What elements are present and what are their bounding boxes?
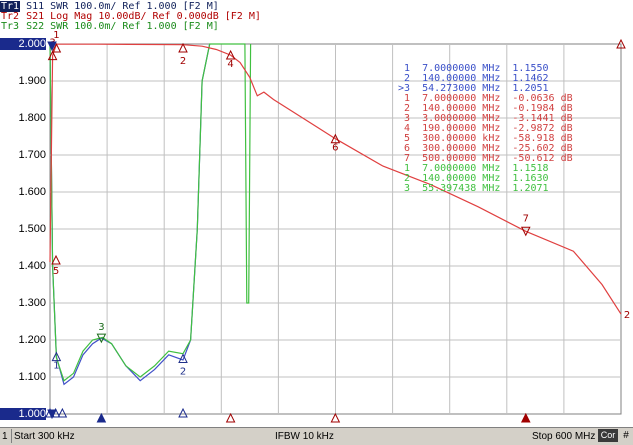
- s11-marker-label-m2: 2: [180, 367, 186, 378]
- y-tick-label: 1.400: [18, 260, 46, 272]
- x-axis-marker-6[interactable]: [330, 412, 341, 423]
- cor-indicator[interactable]: Cor: [598, 429, 618, 442]
- s11-marker-label-m1: 1: [53, 361, 59, 372]
- y-tick-label: 2.000: [0, 38, 46, 50]
- channel-number[interactable]: 1: [2, 430, 8, 443]
- y-tick-label: 1.800: [18, 112, 46, 124]
- s21-marker-label-m2: 2: [180, 56, 186, 67]
- y-tick-label: 1.900: [18, 75, 46, 87]
- s22-marker-label-m3: 3: [98, 322, 104, 333]
- trace-format: S22 SWR 100.0m/ Ref 1.000 [F2 M]: [20, 21, 219, 32]
- trace2-end-label: 2: [624, 310, 630, 321]
- trace-header-s22[interactable]: Tr3 S22 SWR 100.0m/ Ref 1.000 [F2 M]: [0, 21, 219, 32]
- y-tick-label: 1.500: [18, 223, 46, 235]
- marker-row: 3 55.397438 MHz 1.2071: [398, 183, 549, 194]
- s21-marker-label-m6: 6: [332, 143, 338, 154]
- x-axis-marker-4[interactable]: [225, 412, 236, 423]
- trace-badge[interactable]: Tr3: [0, 21, 20, 32]
- y-tick-label: 1.000: [0, 408, 46, 420]
- active-marker-indicator[interactable]: [96, 412, 107, 423]
- marker-id: 3: [398, 183, 423, 194]
- ifbw-setting[interactable]: IFBW 10 kHz: [275, 430, 334, 443]
- hash-indicator: #: [623, 430, 629, 441]
- y-tick-label: 1.600: [18, 186, 46, 198]
- start-frequency[interactable]: Start 300 kHz: [14, 430, 75, 443]
- y-tick-label: 1.300: [18, 297, 46, 309]
- status-bar: 1 Start 300 kHz IFBW 10 kHz Stop 600 MHz…: [0, 427, 633, 445]
- marker-value: 1.2071: [512, 183, 549, 194]
- marker-frequency: 55.397438 MHz: [422, 183, 513, 194]
- s21-marker-label-m7: 7: [523, 213, 529, 224]
- s21-marker-label-m4: 4: [227, 59, 233, 70]
- s21-marker-label-m5: 5: [53, 266, 59, 277]
- y-tick-label: 1.700: [18, 149, 46, 161]
- stop-frequency[interactable]: Stop 600 MHz: [532, 430, 595, 443]
- y-tick-label: 1.200: [18, 334, 46, 346]
- y-tick-label: 1.100: [18, 371, 46, 383]
- x-axis-marker-7[interactable]: [520, 412, 531, 423]
